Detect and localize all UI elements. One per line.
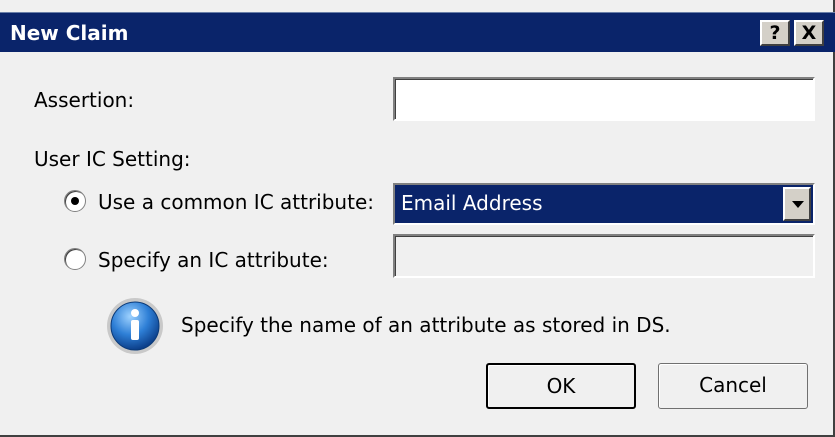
cancel-button[interactable]: Cancel: [658, 363, 808, 409]
common-ic-dropdown[interactable]: Email Address: [393, 183, 815, 225]
specify-ic-label[interactable]: Specify an IC attribute:: [98, 248, 329, 272]
common-ic-label[interactable]: Use a common IC attribute:: [98, 190, 374, 214]
specify-ic-radio[interactable]: [64, 248, 86, 270]
info-text: Specify the name of an attribute as stor…: [181, 313, 671, 337]
ok-button[interactable]: OK: [486, 363, 636, 409]
common-ic-dropdown-value: Email Address: [401, 191, 543, 215]
title-bar[interactable]: New Claim ? X: [0, 12, 835, 52]
info-icon: [107, 298, 163, 354]
chevron-down-icon[interactable]: [783, 187, 811, 221]
window-title: New Claim: [10, 21, 129, 45]
radio-selected-dot: [71, 197, 79, 205]
user-ic-setting-label: User IC Setting:: [34, 147, 191, 171]
assertion-input[interactable]: [393, 77, 815, 121]
close-button[interactable]: X: [794, 20, 824, 46]
common-ic-radio[interactable]: [64, 190, 86, 212]
specify-ic-input[interactable]: [393, 234, 815, 278]
assertion-label: Assertion:: [34, 88, 135, 112]
new-claim-dialog: New Claim ? X Assertion: User IC Setting…: [0, 0, 835, 437]
help-button[interactable]: ?: [760, 20, 790, 46]
